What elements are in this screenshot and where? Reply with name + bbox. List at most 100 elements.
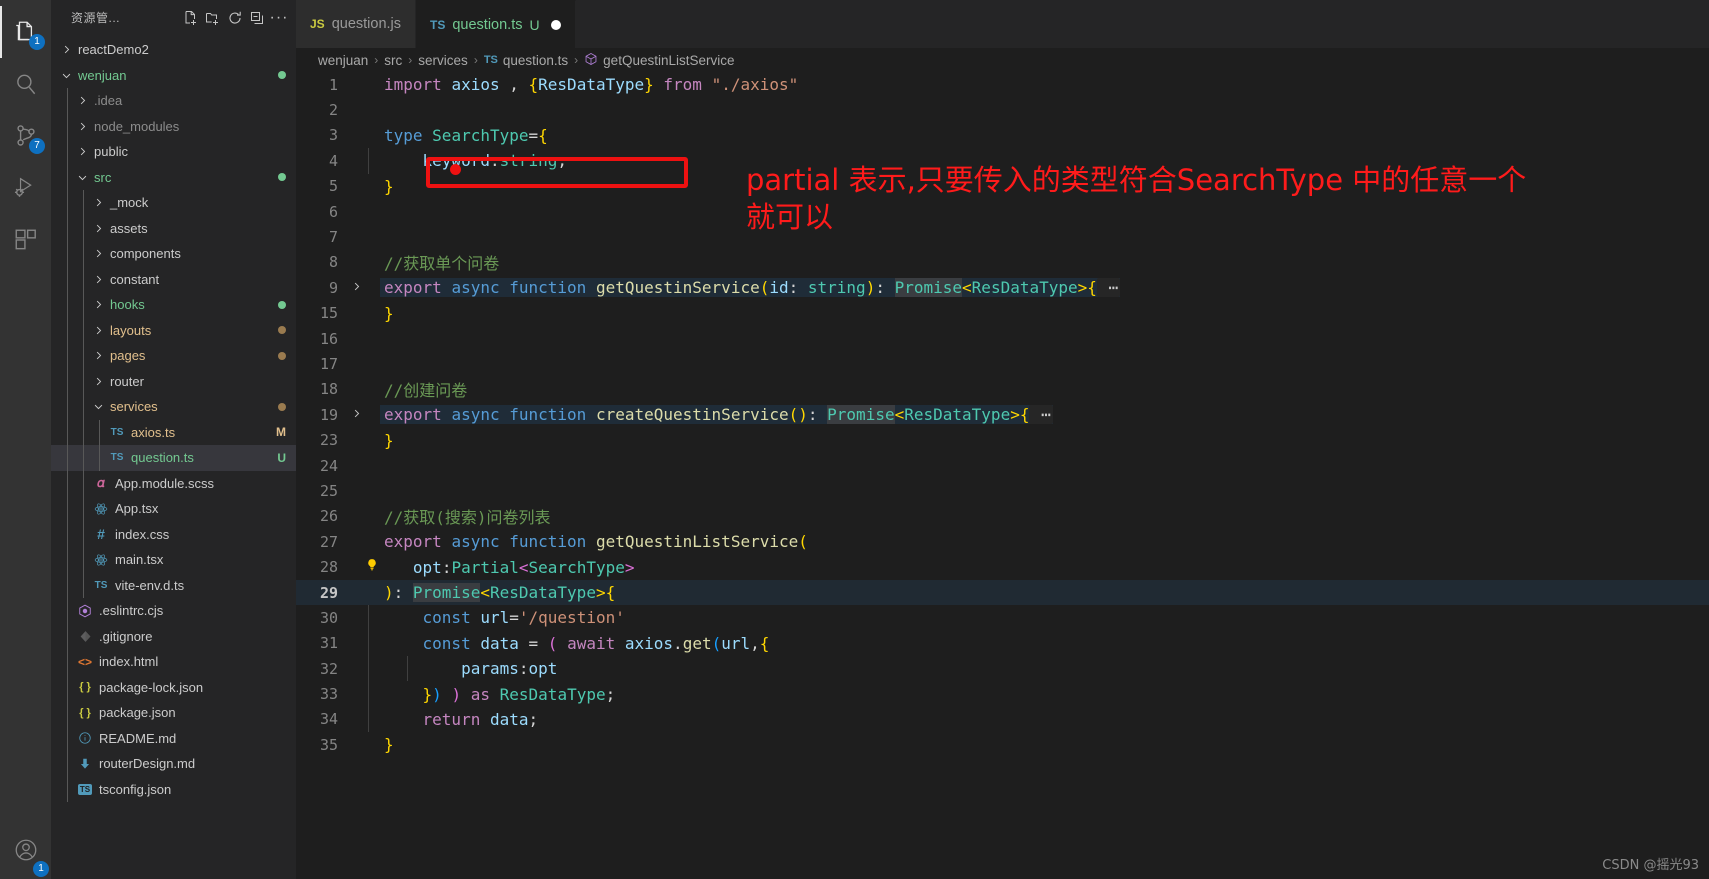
activity-extensions-icon[interactable] — [0, 214, 51, 266]
tree-item-axios-ts[interactable]: TS axios.ts M — [51, 419, 296, 445]
code-line[interactable]: 30 const url='/question' — [296, 605, 1709, 631]
code-line[interactable]: 18 //创建问卷 — [296, 377, 1709, 402]
code-line[interactable]: 23} — [296, 427, 1709, 452]
code-line[interactable]: 28 opt:Partial<SearchType> — [296, 554, 1709, 579]
code-line[interactable]: 33 }) ) as ResDataType; — [296, 681, 1709, 707]
tree-item-question-ts[interactable]: TS question.ts U — [51, 445, 296, 471]
tree-item--idea[interactable]: .idea — [51, 88, 296, 114]
chevron-right-icon[interactable] — [75, 95, 89, 106]
tree-item-app-module-scss[interactable]: 𝛼 App.module.scss — [51, 470, 296, 496]
chevron-right-icon[interactable] — [75, 121, 89, 132]
activity-explorer-icon[interactable]: 1 — [0, 6, 51, 58]
breadcrumb[interactable]: wenjuan › src › services › TS question.ts › getQu… — [296, 48, 1709, 72]
refresh-icon[interactable] — [224, 7, 246, 29]
code-line[interactable]: 34 return data; — [296, 706, 1709, 733]
breadcrumb-item[interactable]: services — [418, 53, 468, 68]
activity-accounts-icon[interactable]: 1 — [0, 827, 51, 879]
code-line[interactable]: 15} — [296, 301, 1709, 326]
code-line[interactable]: 27 export async function getQuestinListSe… — [296, 529, 1709, 554]
tree-item-readme-md[interactable]: README.md — [51, 725, 296, 751]
tree-item-pages[interactable]: pages — [51, 343, 296, 369]
editor-tabs[interactable]: JS question.js TS question.ts U — [296, 0, 1709, 48]
tree-item-index-css[interactable]: # index.css — [51, 521, 296, 547]
code-line[interactable]: 26 //获取(搜索)问卷列表 — [296, 504, 1709, 529]
activity-source-control-icon[interactable]: 7 — [0, 110, 51, 162]
chevron-right-icon[interactable] — [91, 197, 105, 208]
more-actions-icon[interactable]: ··· — [268, 7, 290, 29]
tree-item--eslintrc-cjs[interactable]: .eslintrc.cjs — [51, 598, 296, 624]
tree-item-src[interactable]: src — [51, 164, 296, 190]
chevron-right-icon[interactable] — [91, 325, 105, 336]
fold-chevron-icon[interactable] — [348, 408, 364, 422]
code-line[interactable]: 24 — [296, 453, 1709, 478]
code-line[interactable]: 3 type SearchType={ — [296, 123, 1709, 148]
tree-item-tsconfig-json[interactable]: TS tsconfig.json — [51, 776, 296, 802]
code-line[interactable]: 5} — [296, 174, 1709, 199]
chevron-down-icon[interactable] — [75, 172, 89, 183]
chevron-down-icon[interactable] — [59, 70, 73, 81]
tree-item-hooks[interactable]: hooks — [51, 292, 296, 318]
chevron-right-icon[interactable] — [75, 146, 89, 157]
tab-dirty-indicator[interactable] — [550, 19, 561, 30]
code-line[interactable]: 16 — [296, 326, 1709, 351]
tree-item-index-html[interactable]: <> index.html — [51, 649, 296, 675]
code-line[interactable]: 31 const data = ( await axios.get(url,{ — [296, 630, 1709, 656]
chevron-down-icon[interactable] — [91, 401, 105, 412]
tree-item-services[interactable]: services — [51, 394, 296, 420]
editor-tab-question-ts[interactable]: TS question.ts U — [416, 0, 576, 48]
tree-item-main-tsx[interactable]: main.tsx — [51, 547, 296, 573]
code-line[interactable]: 17 — [296, 351, 1709, 376]
tree-item-package-lock-json[interactable]: { } package-lock.json — [51, 674, 296, 700]
activity-search-icon[interactable] — [0, 58, 51, 110]
indent-guide — [83, 521, 84, 547]
code-line[interactable]: 7 — [296, 224, 1709, 249]
code-line[interactable]: 9 export async function getQuestinService… — [296, 275, 1709, 300]
tree-item-public[interactable]: public — [51, 139, 296, 165]
chevron-right-icon[interactable] — [91, 248, 105, 259]
chevron-right-icon[interactable] — [91, 274, 105, 285]
code-line[interactable]: 6 — [296, 199, 1709, 224]
collapse-all-icon[interactable] — [246, 7, 268, 29]
code-line[interactable]: 1 import axios , {ResDataType} from "./ax… — [296, 72, 1709, 97]
code-line[interactable]: 32 params:opt — [296, 655, 1709, 682]
code-line[interactable]: 35} — [296, 732, 1709, 757]
breadcrumb-item[interactable]: wenjuan — [318, 53, 368, 68]
editor-tab-question-js[interactable]: JS question.js — [296, 0, 417, 48]
chevron-right-icon[interactable] — [91, 299, 105, 310]
fold-chevron-icon[interactable] — [348, 281, 364, 295]
code-line[interactable]: 19 export async function createQuestinSer… — [296, 402, 1709, 427]
tree-item-layouts[interactable]: layouts — [51, 317, 296, 343]
tree-item-router[interactable]: router — [51, 368, 296, 394]
tree-item-assets[interactable]: assets — [51, 215, 296, 241]
new-file-icon[interactable] — [180, 7, 202, 29]
breadcrumb-item[interactable]: TS question.ts — [484, 53, 568, 68]
tree-item-constant[interactable]: constant — [51, 266, 296, 292]
tree-item-app-tsx[interactable]: App.tsx — [51, 496, 296, 522]
code-line[interactable]: 8 //获取单个问卷 — [296, 250, 1709, 275]
code-line[interactable]: 29): Promise<ResDataType>{ — [296, 579, 1709, 606]
tree-item-reactdemo2[interactable]: reactDemo2 — [51, 37, 296, 63]
chevron-right-icon[interactable] — [91, 350, 105, 361]
tree-item-vite-env-d-ts[interactable]: TS vite-env.d.ts — [51, 572, 296, 598]
file-tree[interactable]: reactDemo2 wenjuan .idea node_modules public… — [51, 35, 296, 879]
breadcrumb-item[interactable]: src — [384, 53, 402, 68]
tree-item-components[interactable]: components — [51, 241, 296, 267]
code-line[interactable]: 2 — [296, 97, 1709, 122]
breadcrumb-item[interactable]: getQuestinListService — [584, 52, 735, 69]
code-editor[interactable]: 1 import axios , {ResDataType} from "./ax… — [296, 72, 1709, 879]
chevron-right-icon[interactable] — [91, 376, 105, 387]
tree-item--gitignore[interactable]: .gitignore — [51, 623, 296, 649]
tree-item--mock[interactable]: _mock — [51, 190, 296, 216]
code-content[interactable]: 1 import axios , {ResDataType} from "./ax… — [296, 72, 1709, 758]
chevron-right-icon[interactable] — [59, 44, 73, 55]
tree-item-package-json[interactable]: { } package.json — [51, 700, 296, 726]
chevron-right-icon[interactable] — [91, 223, 105, 234]
activity-run-debug-icon[interactable] — [0, 162, 51, 214]
new-folder-icon[interactable] — [202, 7, 224, 29]
quick-fix-lightbulb-icon[interactable] — [364, 558, 380, 576]
code-line[interactable]: 25 — [296, 478, 1709, 503]
code-line[interactable]: 4 keyword:string, — [296, 148, 1709, 174]
tree-item-node-modules[interactable]: node_modules — [51, 113, 296, 139]
tree-item-wenjuan[interactable]: wenjuan — [51, 63, 296, 89]
tree-item-routerdesign-md[interactable]: routerDesign.md — [51, 751, 296, 777]
